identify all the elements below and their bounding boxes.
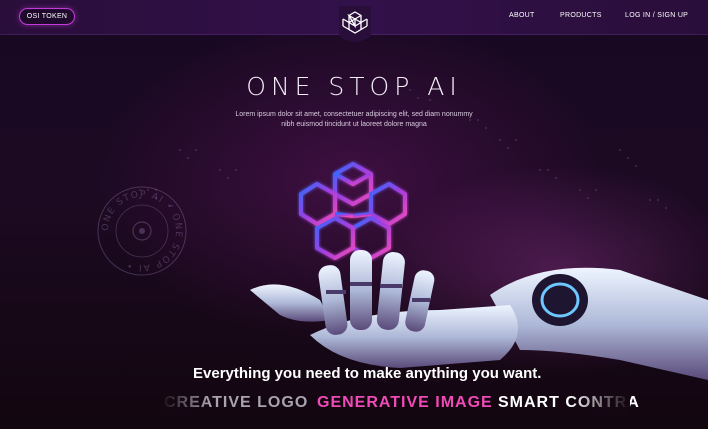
hero-subtitle-line1: Lorem ipsum dolor sit amet, consectetuer…: [235, 111, 473, 118]
one-stop-ai-logo[interactable]: [335, 6, 375, 44]
circular-stamp-badge: ONE STOP AI • ONE STOP AI •: [97, 186, 187, 276]
page: OSI TOKEN ABOUT PRODUCTS LOG IN / SIGN U…: [0, 0, 708, 429]
marquee-fade-right: [570, 392, 630, 416]
osi-token-button[interactable]: OSI TOKEN: [19, 8, 75, 25]
nav-login-signup-link[interactable]: LOG IN / SIGN UP: [625, 12, 688, 19]
nav-products-link[interactable]: PRODUCTS: [560, 12, 602, 19]
hero-subtitle-line2: nibh euismod tincidunt ut laoreet dolore…: [281, 121, 427, 128]
hero-tagline-text: Everything you need to make anything you…: [193, 365, 542, 382]
marquee-fade-left: [160, 392, 210, 416]
feature-generative-image[interactable]: GENERATIVE IMAGE: [317, 394, 493, 412]
nav-about-link[interactable]: ABOUT: [509, 12, 535, 19]
hero-subtitle: Lorem ipsum dolor sit amet, consectetuer…: [204, 110, 504, 130]
hero-title: ONE STOP AI: [246, 72, 462, 101]
